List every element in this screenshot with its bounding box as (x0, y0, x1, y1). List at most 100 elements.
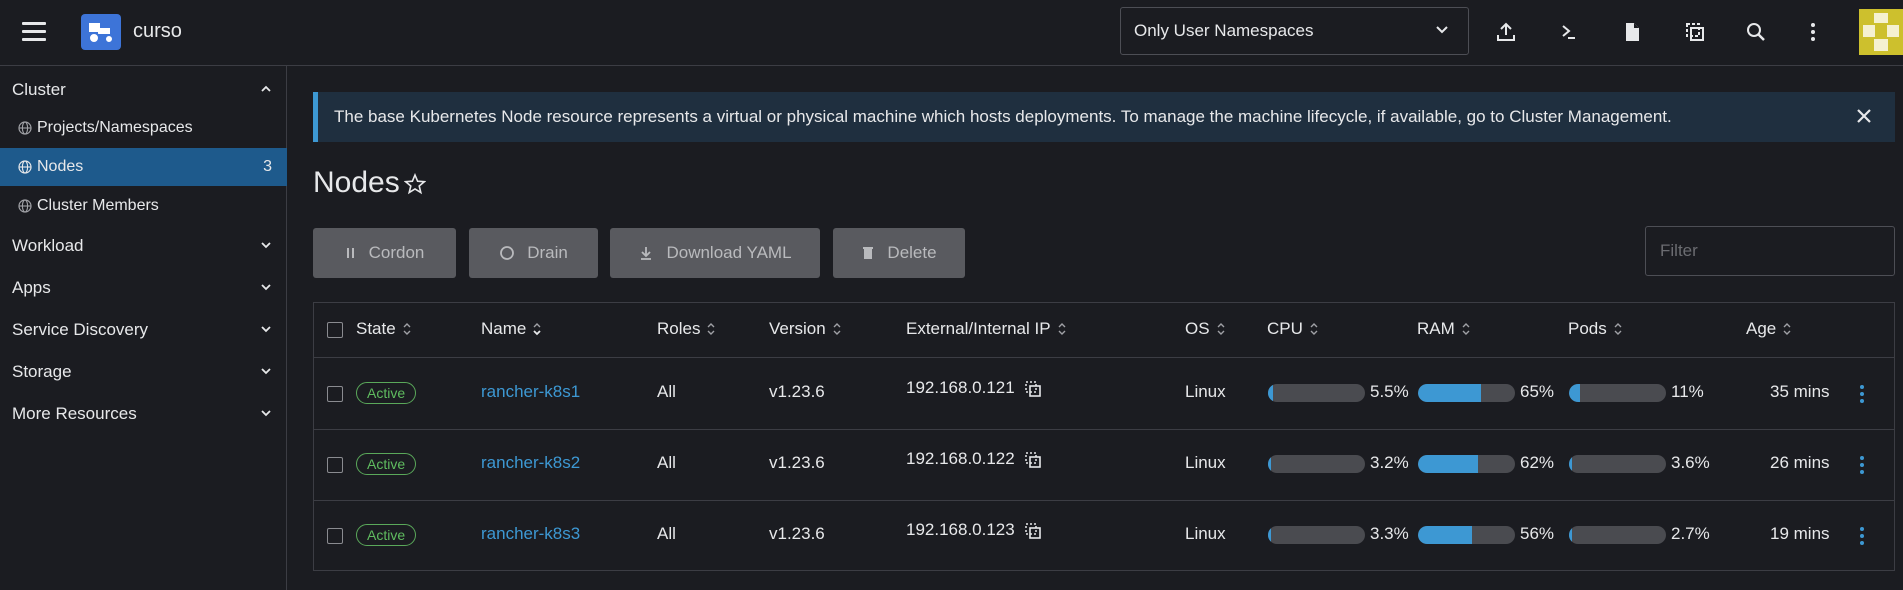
search-icon[interactable] (1742, 18, 1770, 46)
banner-text: The base Kubernetes Node resource repres… (334, 107, 1672, 126)
namespace-filter-select[interactable]: Only User Namespaces (1120, 7, 1469, 55)
ip-value: 192.168.0.123 (906, 520, 1015, 539)
drain-button[interactable]: Drain (469, 228, 598, 278)
ram-bar (1418, 455, 1515, 473)
sidebar-item-projects-namespaces[interactable]: Projects/Namespaces (0, 109, 287, 147)
age-value: 26 mins (1770, 453, 1830, 472)
table-row[interactable]: Active rancher-k8s1 All v1.23.6 192.168.… (314, 359, 1894, 430)
sidebar-group-service-discovery[interactable]: Service Discovery (0, 309, 287, 351)
sort-icon (403, 323, 411, 335)
column-header-state[interactable]: State (356, 319, 412, 339)
copy-icon[interactable] (1024, 522, 1042, 540)
shell-icon[interactable] (1555, 18, 1583, 46)
table-row[interactable]: Active rancher-k8s3 All v1.23.6 192.168.… (314, 501, 1894, 572)
row-checkbox[interactable] (327, 457, 343, 473)
sidebar-group-cluster[interactable]: Cluster (0, 69, 287, 111)
pods-bar (1569, 384, 1666, 402)
trash-icon (863, 247, 874, 259)
copy-icon[interactable] (1024, 451, 1042, 469)
column-header-ram[interactable]: RAM (1417, 319, 1471, 339)
pause-icon (346, 248, 354, 258)
cpu-value: 3.2% (1370, 453, 1409, 472)
file-icon[interactable] (1618, 18, 1646, 46)
column-header-age[interactable]: Age (1746, 319, 1792, 339)
sort-icon (1217, 323, 1225, 335)
top-header: curso Only User Namespaces (0, 0, 1903, 66)
filter-input[interactable] (1645, 226, 1895, 276)
version-value: v1.23.6 (769, 382, 825, 401)
download-yaml-label: Download YAML (666, 243, 792, 262)
cpu-bar (1268, 455, 1365, 473)
menu-icon[interactable] (22, 22, 46, 42)
sidebar-item-label: Projects/Namespaces (37, 119, 193, 136)
user-avatar[interactable] (1859, 9, 1903, 55)
cpu-bar (1268, 526, 1365, 544)
sidebar-group-more-resources[interactable]: More Resources (0, 393, 287, 435)
page-title: Nodes (313, 166, 400, 199)
sidebar-item-nodes[interactable]: Nodes 3 (0, 148, 287, 186)
age-value: 35 mins (1770, 382, 1830, 401)
os-value: Linux (1185, 453, 1226, 472)
cluster-logo (81, 14, 121, 50)
copy-icon[interactable] (1024, 380, 1042, 398)
sidebar-group-label: Service Discovery (12, 320, 149, 339)
sort-icon (833, 323, 841, 335)
column-header-name[interactable]: Name (481, 319, 542, 339)
ram-bar (1418, 384, 1515, 402)
row-checkbox[interactable] (327, 386, 343, 402)
column-header-os[interactable]: OS (1185, 319, 1226, 339)
table-row[interactable]: Active rancher-k8s2 All v1.23.6 192.168.… (314, 430, 1894, 501)
namespace-filter-value: Only User Namespaces (1134, 21, 1314, 40)
os-value: Linux (1185, 382, 1226, 401)
chevron-down-icon (1436, 26, 1448, 34)
pods-value: 2.7% (1671, 524, 1710, 543)
roles-value: All (657, 524, 676, 543)
row-actions-icon[interactable] (1859, 525, 1865, 547)
row-actions-icon[interactable] (1859, 383, 1865, 405)
roles-value: All (657, 453, 676, 472)
os-value: Linux (1185, 524, 1226, 543)
cpu-value: 3.3% (1370, 524, 1409, 543)
sidebar-group-label: Apps (12, 278, 51, 297)
cordon-label: Cordon (368, 243, 425, 262)
pods-bar (1569, 455, 1666, 473)
chevron-up-icon (261, 85, 271, 92)
column-header-roles[interactable]: Roles (657, 319, 716, 339)
column-header-ip[interactable]: External/Internal IP (906, 319, 1067, 339)
sidebar-item-label: Nodes (37, 158, 84, 175)
sidebar-group-workload[interactable]: Workload (0, 225, 287, 267)
sidebar-group-apps[interactable]: Apps (0, 267, 287, 309)
status-badge: Active (356, 524, 417, 546)
ram-value: 56% (1520, 524, 1555, 543)
sidebar-item-count: 3 (263, 158, 272, 175)
cordon-button[interactable]: Cordon (313, 228, 456, 278)
upload-icon[interactable] (1492, 18, 1520, 46)
more-vertical-icon[interactable] (1799, 18, 1827, 46)
close-icon[interactable] (1855, 107, 1873, 125)
row-checkbox[interactable] (327, 528, 343, 544)
star-icon[interactable] (404, 173, 426, 195)
delete-button[interactable]: Delete (833, 228, 965, 278)
cluster-name[interactable]: curso (133, 20, 182, 43)
nodes-table: State Name Roles Version External/Intern… (313, 302, 1895, 571)
copy-config-icon[interactable] (1681, 18, 1709, 46)
chevron-down-icon (261, 368, 271, 375)
row-actions-icon[interactable] (1859, 454, 1865, 476)
node-name-link[interactable]: rancher-k8s1 (481, 382, 580, 402)
node-name-link[interactable]: rancher-k8s2 (481, 453, 580, 473)
sort-icon (1058, 323, 1066, 335)
select-all-checkbox[interactable] (327, 322, 343, 338)
download-yaml-button[interactable]: Download YAML (610, 228, 820, 278)
status-badge: Active (356, 382, 417, 404)
table-header: State Name Roles Version External/Intern… (314, 303, 1894, 358)
column-header-version[interactable]: Version (769, 319, 842, 339)
column-header-cpu[interactable]: CPU (1267, 319, 1319, 339)
chevron-down-icon (261, 242, 271, 249)
chevron-down-icon (261, 284, 271, 291)
sidebar-item-cluster-members[interactable]: Cluster Members (0, 187, 287, 225)
ram-value: 65% (1520, 382, 1555, 401)
column-header-pods[interactable]: Pods (1568, 319, 1623, 339)
node-name-link[interactable]: rancher-k8s3 (481, 524, 580, 544)
download-icon (641, 247, 652, 260)
sidebar-group-storage[interactable]: Storage (0, 351, 287, 393)
